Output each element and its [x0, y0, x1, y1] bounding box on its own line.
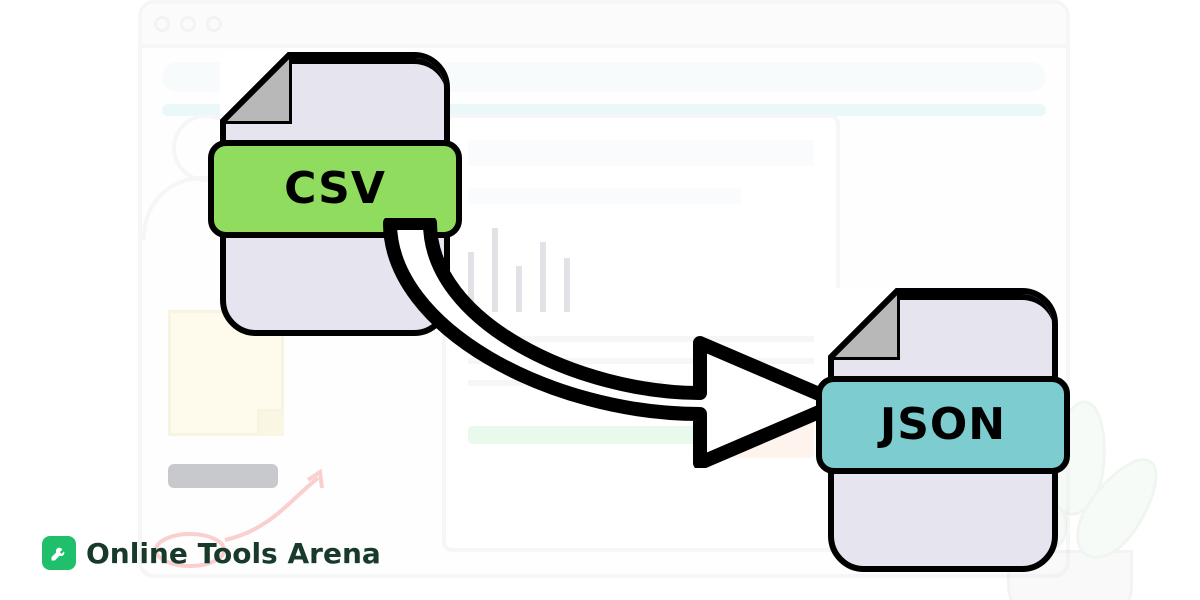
brand-name: Online Tools Arena	[86, 537, 381, 570]
window-dot	[180, 16, 196, 32]
source-file-format-text: CSV	[284, 163, 386, 214]
target-file-format-text: JSON	[880, 399, 1006, 450]
brand-badge: Online Tools Arena	[42, 536, 381, 570]
wrench-icon	[42, 536, 76, 570]
window-dot	[206, 16, 222, 32]
file-fold-icon	[220, 52, 292, 124]
bg-doc-header	[468, 140, 814, 166]
bg-browser-titlebar	[142, 4, 1066, 48]
window-dot	[154, 16, 170, 32]
diagram-canvas: CSV JSON Online Tools Arena	[0, 0, 1200, 600]
target-file-format-label: JSON	[816, 376, 1070, 474]
conversion-arrow-icon	[370, 218, 880, 468]
file-fold-icon	[828, 288, 900, 360]
bg-doc-subheader	[468, 188, 741, 204]
target-file-card: JSON	[828, 288, 1058, 572]
